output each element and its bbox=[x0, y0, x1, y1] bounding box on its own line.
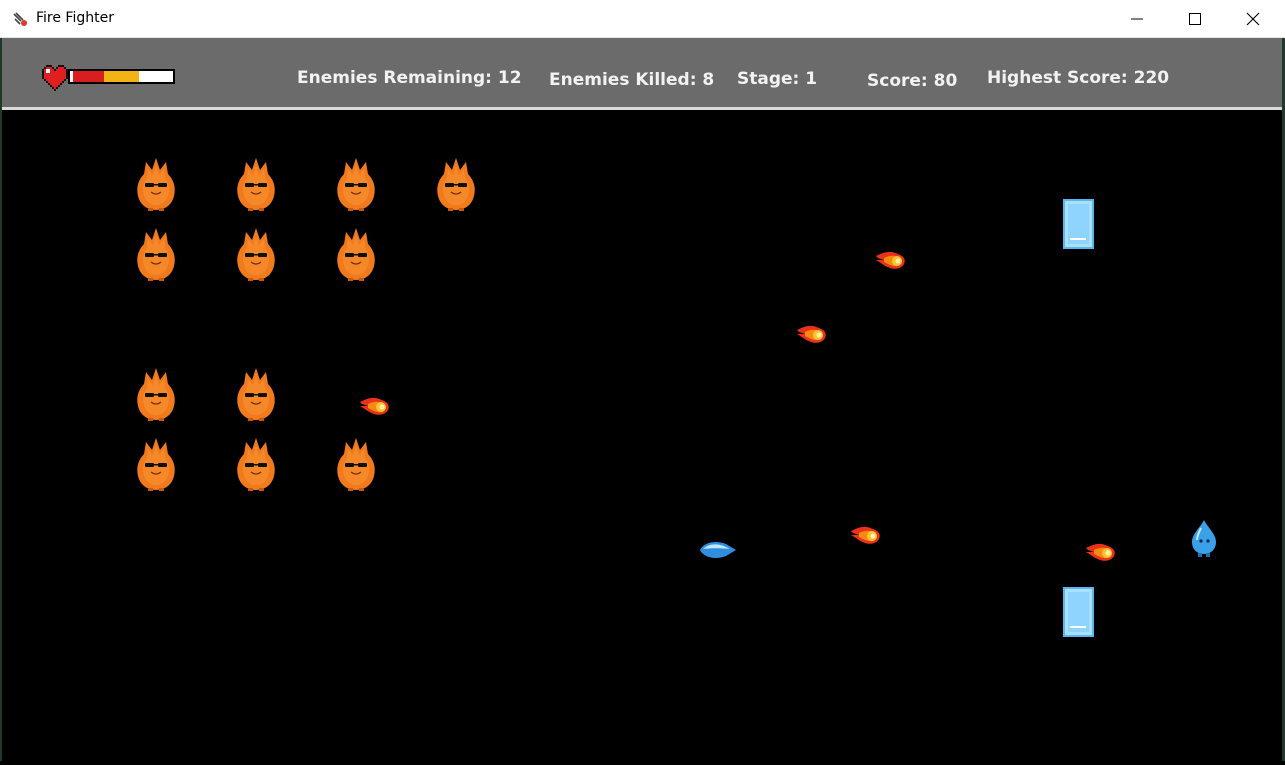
maximize-icon bbox=[1189, 13, 1201, 25]
fire-enemy bbox=[136, 437, 176, 492]
player-water-drop bbox=[1191, 519, 1217, 558]
fire-enemy bbox=[136, 157, 176, 212]
close-icon bbox=[1246, 12, 1260, 26]
ice-barrier bbox=[1063, 587, 1094, 637]
minimize-button[interactable] bbox=[1108, 0, 1166, 38]
maximize-button[interactable] bbox=[1166, 0, 1224, 38]
health-bar-red-fill bbox=[73, 71, 104, 82]
app-icon bbox=[13, 12, 27, 26]
fire-enemy bbox=[236, 437, 276, 492]
fire-enemy bbox=[236, 157, 276, 212]
stage-label: Stage: 1 bbox=[737, 69, 818, 89]
fireball-projectile bbox=[360, 397, 389, 415]
minimize-icon bbox=[1131, 18, 1143, 20]
fire-enemy bbox=[136, 227, 176, 282]
fireball-projectile bbox=[1086, 543, 1115, 561]
ice-barrier bbox=[1063, 199, 1094, 249]
fire-enemy bbox=[336, 157, 376, 212]
game-hud: Enemies Remaining: 12 Enemies Killed: 8 … bbox=[2, 38, 1282, 110]
fireball-projectile bbox=[851, 526, 880, 544]
highest-score-label: Highest Score: 220 bbox=[987, 68, 1170, 88]
score-label: Score: 80 bbox=[867, 71, 958, 91]
fire-enemy bbox=[236, 367, 276, 422]
enemies-remaining-label: Enemies Remaining: 12 bbox=[297, 68, 522, 88]
fire-enemy bbox=[336, 437, 376, 492]
game-playfield[interactable] bbox=[2, 110, 1282, 761]
window-titlebar[interactable]: Fire Fighter bbox=[0, 0, 1285, 38]
fire-enemy bbox=[136, 367, 176, 422]
heart-icon bbox=[42, 65, 68, 91]
water-projectile bbox=[700, 542, 736, 558]
fireball-projectile bbox=[797, 325, 826, 343]
health-bar bbox=[68, 69, 175, 84]
playfield-canvas bbox=[136, 157, 1217, 637]
close-button[interactable] bbox=[1224, 0, 1282, 38]
fire-enemy bbox=[436, 157, 476, 212]
health-bar-yellow-fill bbox=[104, 71, 139, 82]
enemies-killed-label: Enemies Killed: 8 bbox=[549, 70, 715, 90]
fireball-projectile bbox=[876, 251, 905, 269]
fire-enemy bbox=[336, 227, 376, 282]
window-title: Fire Fighter bbox=[36, 10, 114, 26]
fire-enemy bbox=[236, 227, 276, 282]
